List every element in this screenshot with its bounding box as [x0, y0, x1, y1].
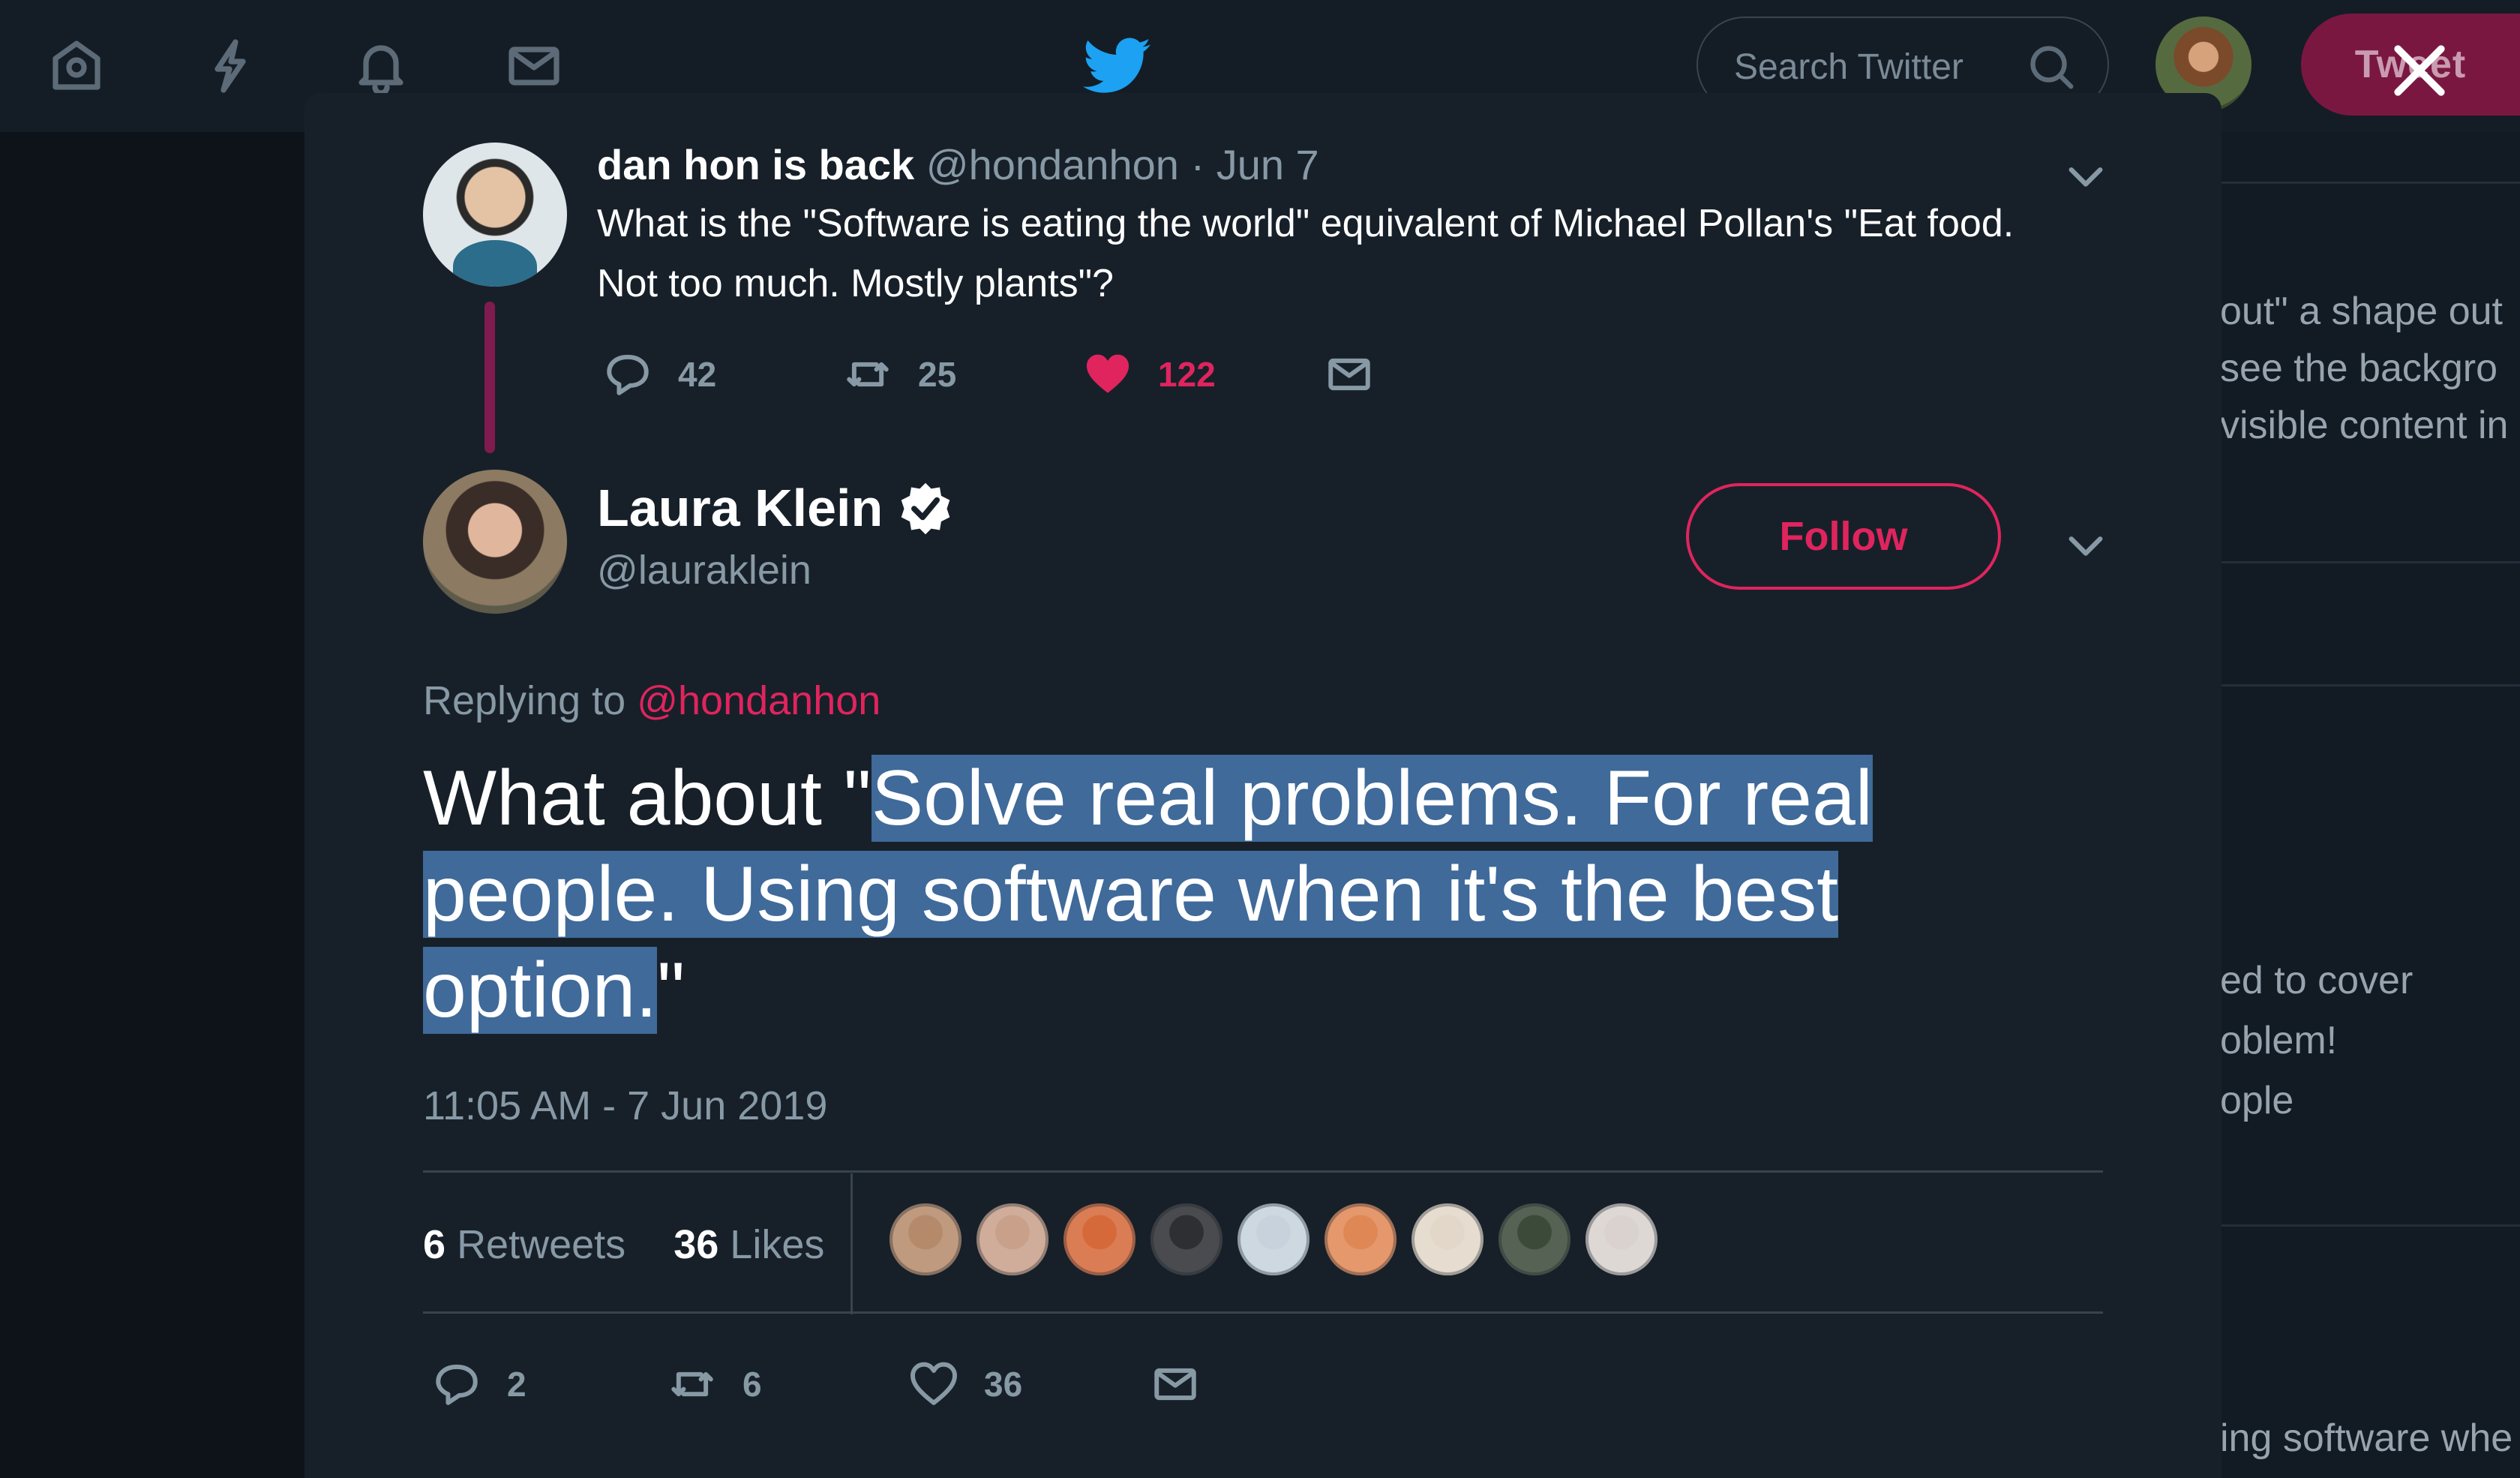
handle[interactable]: @hondanhon	[926, 141, 1179, 188]
handle[interactable]: @lauraklein	[597, 540, 812, 600]
background-text: see the backgro	[2220, 347, 2498, 390]
twitter-bird-icon[interactable]	[1083, 36, 1150, 96]
retweet-count: 6	[742, 1365, 762, 1404]
retweet-count: 25	[918, 355, 957, 394]
tweet-text: What about "Solve real problems. For rea…	[423, 750, 2058, 1038]
background-text: ing software whe	[2220, 1416, 2513, 1460]
background-text: visible content in	[2220, 404, 2509, 447]
notifications-icon[interactable]	[351, 36, 411, 96]
divider	[850, 1173, 853, 1314]
search-icon[interactable]	[2025, 41, 2078, 93]
tweet-modal: dan hon is back @hondanhon · Jun 7 What …	[304, 93, 2222, 1478]
background-text: out" a shape out	[2220, 290, 2503, 333]
envelope-icon	[1154, 1368, 1196, 1401]
replying-label: Replying to	[423, 678, 626, 723]
search-input[interactable]	[1732, 41, 2020, 93]
retweet-count[interactable]: 6	[423, 1222, 446, 1267]
liker-avatar[interactable]	[890, 1203, 962, 1275]
envelope-icon	[1328, 358, 1370, 391]
liker-avatar[interactable]	[1498, 1203, 1570, 1275]
retweet-icon	[671, 1371, 713, 1397]
divider	[2220, 561, 2520, 563]
retweet-action[interactable]: 6	[668, 1359, 762, 1409]
avatar[interactable]	[423, 470, 567, 614]
chevron-down-icon[interactable]	[2060, 150, 2112, 203]
page-backdrop	[0, 132, 304, 1478]
heart-filled-icon	[1086, 354, 1130, 393]
divider	[423, 1311, 2103, 1314]
display-name[interactable]: Laura Klein	[597, 467, 883, 549]
home-icon[interactable]	[46, 36, 106, 96]
share-action[interactable]	[1150, 1359, 1226, 1409]
chevron-down-icon[interactable]	[2060, 519, 2112, 572]
tweet-text-part: What about "	[423, 755, 872, 842]
background-text: ople	[2220, 1079, 2294, 1122]
liker-avatar[interactable]	[976, 1203, 1048, 1275]
liker-avatar[interactable]	[1412, 1203, 1484, 1275]
messages-icon[interactable]	[504, 36, 564, 96]
display-name[interactable]: dan hon is back	[597, 141, 914, 188]
tweet-date[interactable]: · Jun 7	[1190, 141, 1318, 188]
reply-action[interactable]: 42	[603, 350, 716, 399]
tweet-header: dan hon is back @hondanhon · Jun 7	[597, 135, 1319, 195]
tweet-text-part: "	[657, 947, 686, 1034]
mention-link[interactable]: @hondanhon	[637, 678, 880, 723]
avatar[interactable]	[423, 143, 567, 287]
background-timeline: out" a shape out see the backgro visible…	[2220, 132, 2520, 1478]
divider	[2220, 1224, 2520, 1227]
like-count: 122	[1158, 355, 1216, 394]
tweet-timestamp[interactable]: 11:05 AM - 7 Jun 2019	[423, 1076, 827, 1136]
like-count: 36	[984, 1365, 1023, 1404]
heart-icon	[910, 1362, 958, 1405]
share-action[interactable]	[1324, 350, 1400, 399]
reply-count: 42	[678, 355, 717, 394]
divider	[2220, 684, 2520, 686]
tweet-stats: 6 Retweets 36 Likes	[423, 1215, 824, 1275]
moments-icon[interactable]	[200, 36, 260, 96]
liker-avatar[interactable]	[1238, 1203, 1310, 1275]
liker-avatar[interactable]	[1586, 1203, 1658, 1275]
retweet-action[interactable]: 25	[843, 350, 956, 399]
reply-action[interactable]: 2	[432, 1359, 526, 1409]
replying-to: Replying to @hondanhon	[423, 671, 880, 731]
like-action[interactable]: 36	[909, 1359, 1022, 1409]
retweet-icon	[847, 362, 889, 387]
divider	[423, 1170, 2103, 1173]
liker-avatar[interactable]	[1064, 1203, 1136, 1275]
tweet-text: What is the "Software is eating the worl…	[597, 202, 2014, 305]
liker-avatar[interactable]	[1324, 1203, 1396, 1275]
liker-avatar[interactable]	[1150, 1203, 1222, 1275]
follow-button[interactable]: Follow	[1686, 483, 2001, 590]
like-action[interactable]: 122	[1083, 350, 1216, 399]
reply-icon	[607, 354, 649, 395]
background-text: oblem!	[2220, 1019, 2338, 1062]
close-icon[interactable]	[2384, 35, 2456, 107]
likes-label[interactable]: Likes	[730, 1222, 824, 1267]
retweets-label[interactable]: Retweets	[457, 1222, 626, 1267]
reply-icon	[436, 1364, 478, 1405]
verified-badge-icon	[901, 482, 950, 535]
like-count[interactable]: 36	[674, 1222, 718, 1267]
thread-connector	[484, 302, 495, 453]
reply-count: 2	[507, 1365, 526, 1404]
divider	[2220, 182, 2520, 184]
background-text: ed to cover	[2220, 959, 2414, 1002]
